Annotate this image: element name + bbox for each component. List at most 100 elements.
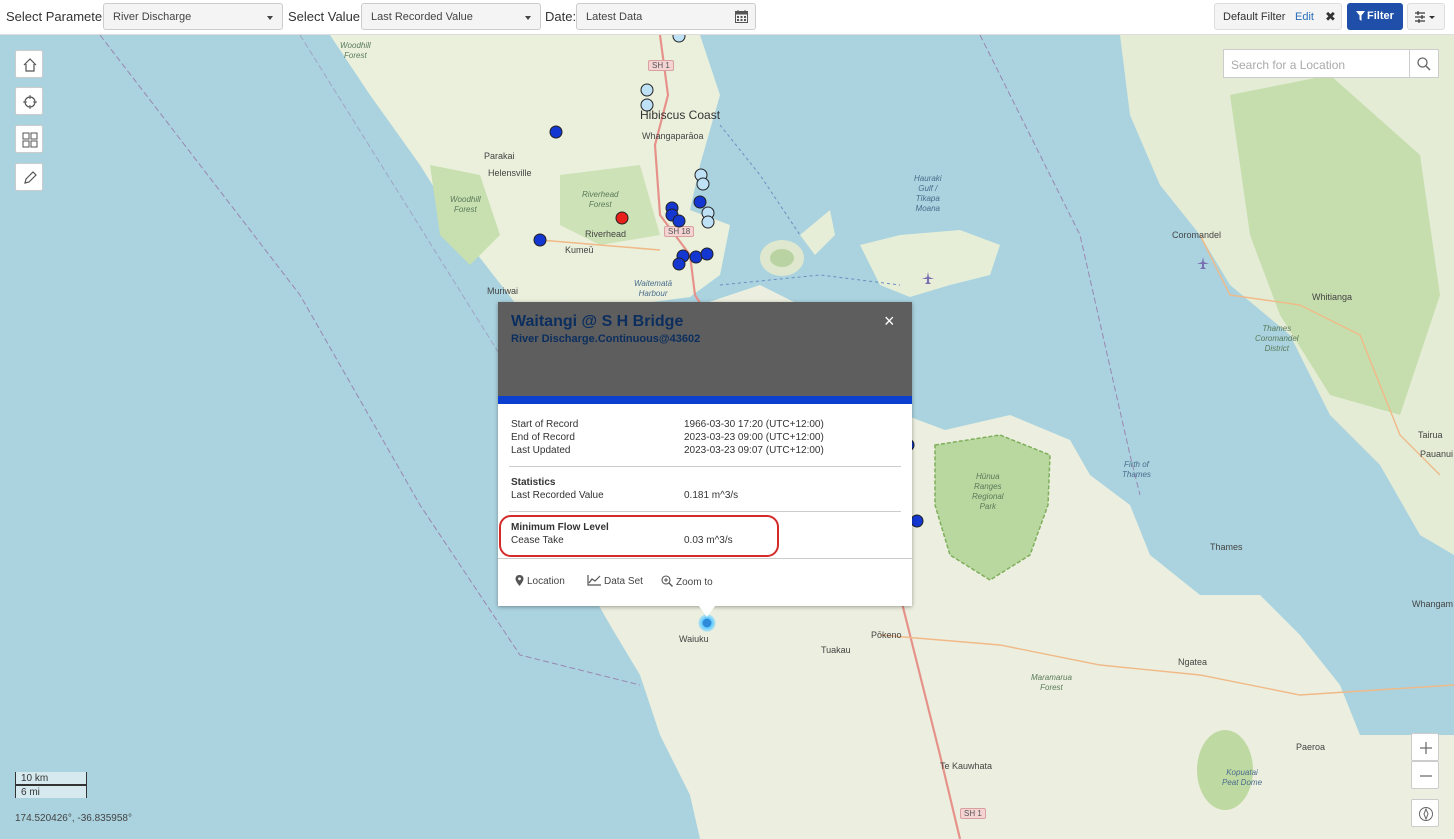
divider	[509, 466, 901, 467]
zoom-to-action-label: Zoom to	[676, 577, 713, 588]
place-label: Firth of Thames	[1122, 460, 1151, 479]
site-marker[interactable]	[672, 257, 686, 271]
minus-icon	[1420, 775, 1432, 777]
cursor-coordinates: 174.520426°, -36.835958°	[15, 813, 132, 824]
place-label: Helensville	[488, 168, 532, 178]
popup-pointer	[699, 606, 715, 617]
popup-accent-bar	[498, 396, 912, 404]
airport-icon	[1197, 257, 1209, 269]
place-label: Thames	[1210, 542, 1243, 552]
airport-icon	[922, 272, 934, 284]
highway-shield: SH 1	[960, 808, 986, 819]
place-label: Te Kauwhata	[940, 761, 993, 771]
zoom-in-button[interactable]	[1411, 733, 1439, 761]
site-marker[interactable]	[549, 125, 563, 139]
place-label: Paeroa	[1296, 742, 1326, 752]
crosshair-icon	[23, 95, 37, 109]
value-select[interactable]: Last Recorded Value	[361, 3, 541, 30]
search-button[interactable]	[1409, 50, 1438, 77]
scale-bar: 10 km 6 mi	[15, 772, 87, 798]
place-label: Woodhill Forest	[450, 195, 481, 214]
last-recorded-value-row: Last Recorded Value 0.181 m^3/s	[511, 490, 738, 501]
date-picker[interactable]: Latest Data	[576, 3, 756, 30]
funnel-icon	[1356, 11, 1365, 21]
place-label: Thames Coromandel District	[1255, 324, 1299, 353]
zoom-out-button[interactable]	[1411, 761, 1439, 789]
place-label: Waitematā Harbour	[634, 279, 673, 298]
start-of-record-label: Start of Record	[511, 419, 579, 430]
place-label: Hibiscus Coast	[640, 108, 721, 122]
place-label: Kumeū	[565, 245, 594, 255]
location-action[interactable]: Location	[515, 575, 565, 587]
site-marker[interactable]	[910, 514, 924, 528]
site-marker[interactable]	[615, 211, 629, 225]
close-icon[interactable]: ×	[884, 311, 895, 332]
parameter-select[interactable]: River Discharge	[103, 3, 283, 30]
site-marker[interactable]	[640, 98, 654, 112]
dataset-action[interactable]: Data Set	[587, 575, 643, 587]
site-marker[interactable]	[700, 247, 714, 261]
divider	[509, 511, 901, 512]
chevron-down-icon	[267, 16, 273, 20]
site-marker[interactable]	[701, 215, 715, 229]
calendar-icon[interactable]	[735, 10, 748, 23]
dataset-action-label: Data Set	[604, 576, 643, 587]
date-label: Date:	[545, 9, 577, 24]
grid-icon	[22, 132, 38, 148]
place-label: Hauraki Gulf / Tīkapa Moana	[914, 174, 942, 213]
zoom-to-action[interactable]: Zoom to	[661, 575, 713, 588]
map-pin-icon	[515, 575, 524, 586]
parameter-select-value: River Discharge	[113, 11, 192, 23]
zoom-in-icon	[661, 575, 673, 587]
top-toolbar: Select Parameter: River Discharge Select…	[0, 0, 1454, 35]
place-label: Riverhead Forest	[582, 190, 619, 209]
last-updated-value: 2023-03-23 09:07 (UTC+12:00)	[684, 445, 824, 456]
scale-mi: 6 mi	[15, 785, 87, 798]
locate-button[interactable]	[15, 87, 43, 115]
plus-icon	[1420, 742, 1432, 754]
location-search[interactable]: Search for a Location	[1223, 49, 1439, 78]
select-parameter-label: Select Parameter:	[6, 9, 111, 24]
place-label: Riverhead	[585, 229, 627, 239]
filter-button[interactable]: Filter	[1347, 3, 1403, 30]
place-label: Woodhill Forest	[340, 41, 371, 60]
value-select-value: Last Recorded Value	[371, 11, 473, 23]
place-label: Tairua	[1418, 430, 1443, 440]
home-button[interactable]	[15, 50, 43, 78]
last-updated-row: Last Updated 2023-03-23 09:07 (UTC+12:00…	[511, 445, 824, 456]
clear-filter-button[interactable]: ✖	[1325, 9, 1336, 25]
scale-km: 10 km	[15, 772, 87, 785]
basemap-gallery-button[interactable]	[15, 125, 43, 153]
popup-title: Waitangi @ S H Bridge	[511, 313, 684, 330]
place-label: Whangaparāoa	[642, 131, 704, 141]
site-marker[interactable]	[533, 233, 547, 247]
selected-site-marker[interactable]	[700, 616, 714, 630]
divider	[498, 558, 912, 559]
site-marker[interactable]	[696, 177, 710, 191]
popup-subtitle: River Discharge.Continuous@43602	[511, 333, 701, 345]
search-input[interactable]: Search for a Location	[1231, 58, 1345, 72]
site-marker[interactable]	[672, 214, 686, 228]
start-of-record-value: 1966-03-30 17:20 (UTC+12:00)	[684, 419, 824, 430]
default-filter-label: Default Filter	[1223, 11, 1286, 23]
site-marker[interactable]	[640, 83, 654, 97]
popup-header: Waitangi @ S H Bridge River Discharge.Co…	[498, 302, 912, 396]
compass-button[interactable]	[1411, 799, 1439, 827]
last-updated-label: Last Updated	[511, 445, 571, 456]
place-label: Parakai	[484, 151, 515, 161]
place-label: Coromandel	[1172, 230, 1222, 240]
place-label: Ngatea	[1178, 657, 1208, 667]
select-value-label: Select Value:	[288, 9, 364, 24]
place-label: Whitianga	[1312, 292, 1353, 302]
edit-filter-link[interactable]: Edit	[1295, 11, 1314, 23]
statistics-heading: Statistics	[511, 477, 556, 488]
place-label: Waiuku	[679, 634, 709, 644]
place-label: Pauanui	[1420, 449, 1454, 459]
filter-button-label: Filter	[1367, 10, 1394, 22]
draw-button[interactable]	[15, 163, 43, 191]
place-label: Hūnua Ranges Regional Park	[972, 472, 1004, 511]
place-label: Whangam	[1412, 599, 1454, 609]
end-of-record-row: End of Record 2023-03-23 09:00 (UTC+12:0…	[511, 432, 824, 443]
last-recorded-value-label: Last Recorded Value	[511, 490, 604, 501]
settings-dropdown-button[interactable]	[1407, 3, 1445, 30]
